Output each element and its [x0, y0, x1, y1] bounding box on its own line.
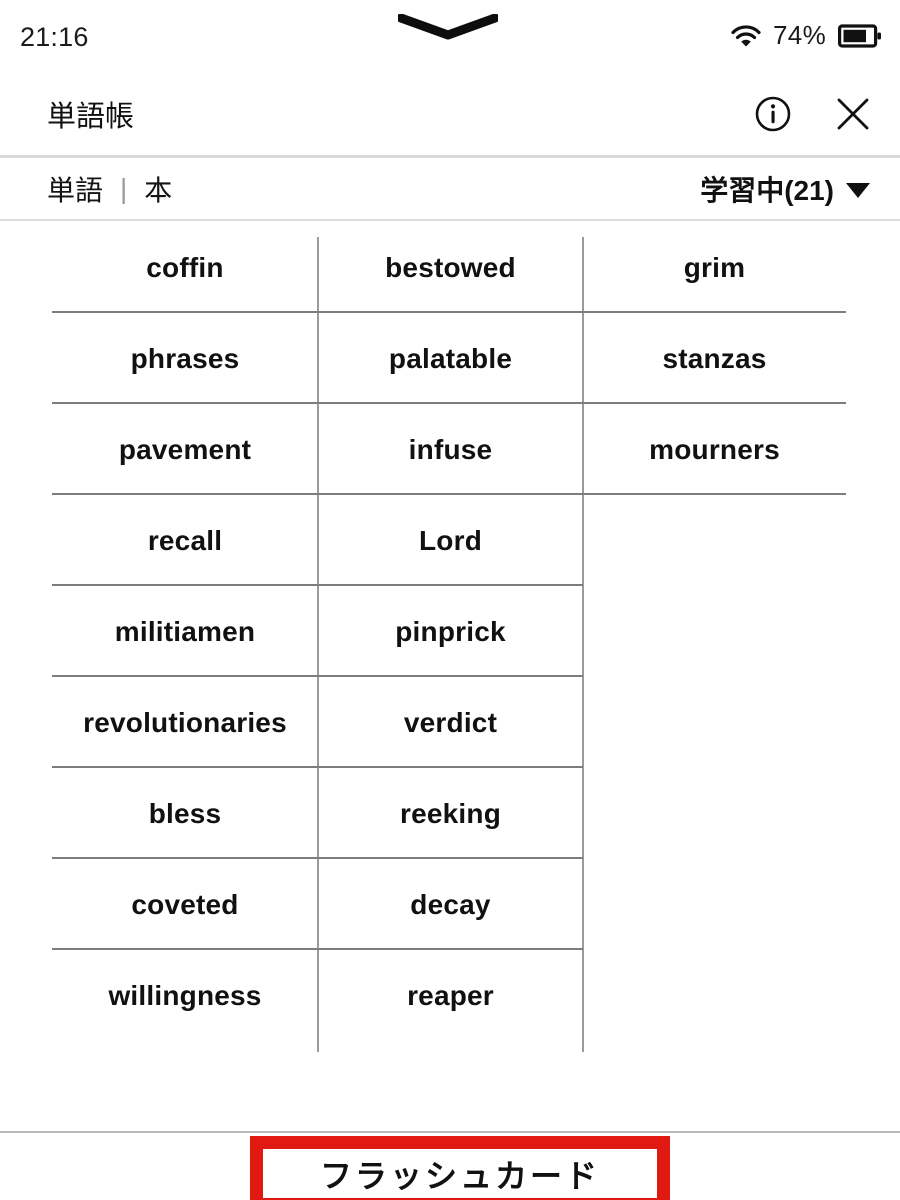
table-row: phrases palatable stanzas	[0, 313, 900, 404]
table-row: coffin bestowed grim	[0, 222, 900, 313]
filter-bar: 単語 | 本 学習中(21)	[0, 158, 900, 220]
word-cell-empty	[583, 950, 846, 1041]
table-row: revolutionaries verdict	[0, 677, 900, 768]
word-cell[interactable]: revolutionaries	[52, 677, 318, 768]
wifi-icon	[731, 24, 761, 48]
close-icon[interactable]	[834, 95, 872, 133]
word-cell[interactable]: pinprick	[318, 586, 583, 677]
word-cell[interactable]: bestowed	[318, 222, 583, 313]
tab-group: 単語 | 本	[47, 169, 172, 209]
word-cell-empty	[583, 859, 846, 950]
flashcard-button[interactable]: フラッシュカード	[250, 1136, 670, 1200]
word-cell[interactable]: infuse	[318, 404, 583, 495]
tab-words[interactable]: 単語	[47, 169, 103, 209]
chevron-handle-icon	[396, 13, 500, 40]
study-status-filter[interactable]: 学習中(21)	[700, 169, 870, 209]
word-cell[interactable]: Lord	[318, 495, 583, 586]
status-bar: 21:16 74%	[0, 0, 900, 72]
footer-bar: フラッシュカード	[0, 1131, 900, 1200]
chevron-down-icon	[846, 183, 870, 198]
status-bar-clock: 21:16	[20, 22, 89, 52]
tab-books[interactable]: 本	[144, 169, 172, 209]
word-cell[interactable]: reaper	[318, 950, 583, 1041]
word-cell[interactable]: coveted	[52, 859, 318, 950]
word-cell[interactable]: mourners	[583, 404, 846, 495]
app-header: 単語帳	[0, 72, 900, 155]
word-cell-empty	[583, 677, 846, 768]
page-title: 単語帳	[47, 100, 135, 133]
battery-percentage: 74%	[773, 20, 826, 50]
word-cell[interactable]: willingness	[52, 950, 318, 1041]
word-cell-empty	[583, 586, 846, 677]
filter-bar-divider	[0, 219, 900, 221]
table-row: bless reeking	[0, 768, 900, 859]
word-cell[interactable]: militiamen	[52, 586, 318, 677]
word-cell[interactable]: reeking	[318, 768, 583, 859]
word-cell-empty	[583, 768, 846, 859]
word-cell[interactable]: phrases	[52, 313, 318, 404]
battery-icon	[838, 23, 882, 49]
table-row: willingness reaper	[0, 950, 900, 1041]
table-row: militiamen pinprick	[0, 586, 900, 677]
table-row: coveted decay	[0, 859, 900, 950]
info-circle-icon[interactable]	[754, 95, 792, 133]
vocabulary-list-screen: 21:16 74% 単語帳 単語 | 本 学習中(21) coffin best…	[0, 0, 900, 1200]
footer-divider	[0, 1131, 900, 1133]
word-cell[interactable]: pavement	[52, 404, 318, 495]
word-cell[interactable]: grim	[583, 222, 846, 313]
word-cell[interactable]: palatable	[318, 313, 583, 404]
status-bar-indicators: 74%	[731, 20, 882, 51]
word-grid: coffin bestowed grim phrases palatable s…	[0, 222, 900, 1132]
table-row: pavement infuse mourners	[0, 404, 900, 495]
word-cell[interactable]: decay	[318, 859, 583, 950]
word-cell[interactable]: stanzas	[583, 313, 846, 404]
word-cell[interactable]: bless	[52, 768, 318, 859]
word-cell[interactable]: verdict	[318, 677, 583, 768]
flashcard-button-label: フラッシュカード	[319, 1157, 600, 1194]
word-cell[interactable]: coffin	[52, 222, 318, 313]
header-actions	[754, 95, 872, 133]
study-status-filter-label: 学習中(21)	[700, 175, 834, 206]
word-cell-empty	[583, 495, 846, 586]
tab-separator: |	[120, 173, 128, 204]
word-cell[interactable]: recall	[52, 495, 318, 586]
table-row: recall Lord	[0, 495, 900, 586]
